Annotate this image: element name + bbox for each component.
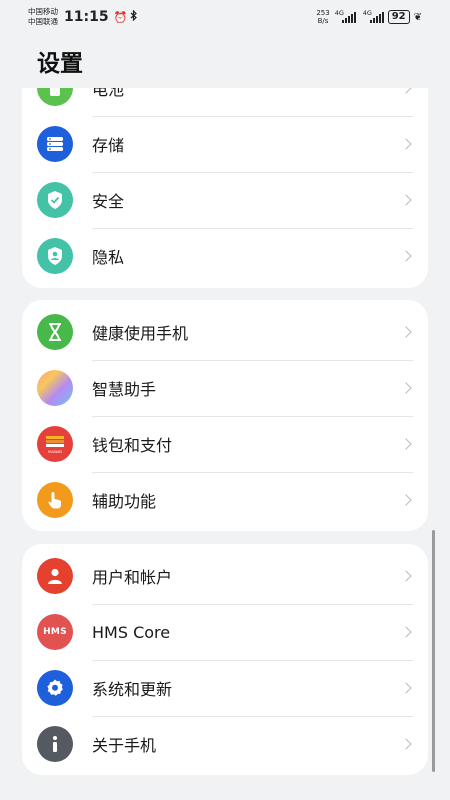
signal-sim2-icon: 4G (363, 9, 384, 23)
network-speed-value: 253 (316, 9, 330, 17)
settings-group-2: 健康使用手机 智慧助手 HUAWEI 钱包和支付 辅助功能 (22, 300, 428, 531)
carrier-info: 中国移动 中国联通 (28, 7, 58, 27)
settings-item-label: 存储 (92, 136, 125, 155)
storage-icon (37, 126, 73, 162)
settings-item-wallet[interactable]: HUAWEI 钱包和支付 (22, 416, 428, 472)
wallet-icon: HUAWEI (37, 426, 73, 462)
hms-icon: HMS (37, 614, 73, 650)
wallet-brand-text: HUAWEI (48, 450, 62, 454)
chevron-right-icon (400, 138, 412, 150)
shield-icon (37, 182, 73, 218)
scrollbar[interactable] (432, 530, 435, 772)
network-speed: 253 B/s (316, 9, 329, 25)
settings-item-label: 关于手机 (92, 736, 157, 755)
settings-item-label: 用户和帐户 (92, 568, 173, 587)
hand-icon (37, 482, 73, 518)
gear-icon (37, 670, 73, 706)
settings-item-label: 安全 (92, 192, 125, 211)
settings-item-accessibility[interactable]: 辅助功能 (22, 472, 428, 528)
user-icon (37, 558, 73, 594)
settings-item-label: 电池 (92, 88, 125, 99)
settings-item-battery[interactable]: 电池 (22, 88, 428, 116)
settings-group-3: 用户和帐户 HMS HMS Core 系统和更新 关于手机 (22, 544, 428, 775)
chevron-right-icon (400, 88, 412, 94)
sim2-network-tag: 4G (362, 8, 372, 17)
settings-item-digital-balance[interactable]: 健康使用手机 (22, 304, 428, 360)
settings-item-storage[interactable]: 存储 (22, 116, 428, 172)
settings-item-privacy[interactable]: 隐私 (22, 228, 428, 284)
info-icon (37, 726, 73, 762)
network-speed-unit: B/s (317, 17, 329, 25)
battery-level: 92 (387, 10, 410, 24)
assistant-icon (37, 370, 73, 406)
alarm-icon: ⏰ (113, 10, 128, 24)
signal-sim1-icon: 4G (335, 9, 356, 23)
chevron-right-icon (400, 494, 412, 506)
settings-item-label: 隐私 (92, 248, 125, 267)
bluetooth-icon (130, 9, 138, 24)
settings-item-accounts[interactable]: 用户和帐户 (22, 548, 428, 604)
settings-item-system-update[interactable]: 系统和更新 (22, 660, 428, 716)
chevron-right-icon (400, 438, 412, 450)
settings-item-assistant[interactable]: 智慧助手 (22, 360, 428, 416)
settings-group-1: 电池 存储 安全 隐私 (22, 88, 428, 288)
settings-item-hms-core[interactable]: HMS HMS Core (22, 604, 428, 660)
settings-item-label: HMS Core (92, 622, 171, 642)
settings-item-label: 辅助功能 (92, 492, 157, 511)
power-saving-icon: ❦ (413, 11, 422, 23)
chevron-right-icon (400, 570, 412, 582)
chevron-right-icon (400, 250, 412, 262)
chevron-right-icon (400, 682, 412, 694)
privacy-icon (37, 238, 73, 274)
settings-item-security[interactable]: 安全 (22, 172, 428, 228)
chevron-right-icon (400, 326, 412, 338)
chevron-right-icon (400, 194, 412, 206)
carrier-1: 中国移动 (28, 7, 58, 16)
chevron-right-icon (400, 626, 412, 638)
settings-item-about-phone[interactable]: 关于手机 (22, 716, 428, 772)
clock: 11:15 (64, 9, 109, 25)
battery-icon (37, 88, 73, 106)
chevron-right-icon (400, 382, 412, 394)
settings-item-label: 智慧助手 (92, 380, 157, 399)
sim1-network-tag: 4G (334, 8, 344, 17)
chevron-right-icon (400, 738, 412, 750)
settings-item-label: 系统和更新 (92, 680, 173, 699)
hms-icon-text: HMS (43, 627, 67, 637)
status-bar: 中国移动 中国联通 11:15 ⏰ 253 B/s 4G 4G 92 ❦ (0, 0, 450, 34)
hourglass-icon (37, 314, 73, 350)
carrier-2: 中国联通 (28, 17, 58, 26)
settings-item-label: 健康使用手机 (92, 324, 189, 343)
settings-item-label: 钱包和支付 (92, 436, 173, 455)
page-title: 设置 (37, 51, 83, 77)
